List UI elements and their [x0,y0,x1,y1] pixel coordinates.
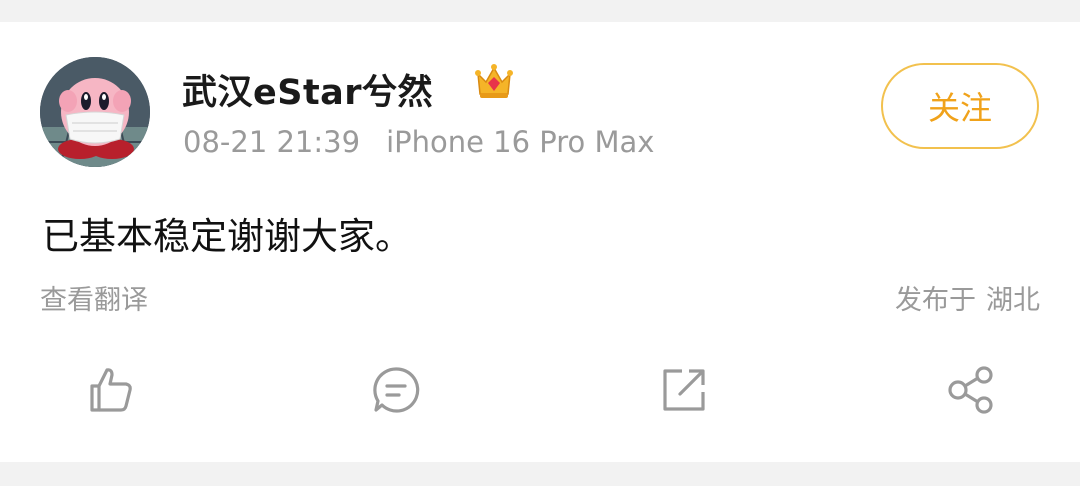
repost-icon [663,369,705,411]
translate-link[interactable]: 查看翻译 [40,278,148,317]
share-button[interactable] [942,362,998,418]
post-text: 已基本稳定谢谢大家。 [42,215,412,258]
share-icon [948,366,993,414]
follow-button[interactable]: 关注 [881,63,1039,149]
like-button[interactable] [82,362,138,418]
location-prefix: 发布于 [895,285,976,316]
post-card: 武汉eStar兮然 08-21 21:39 iPhone 16 Pro Max 关… [0,22,1080,462]
location-info: 发布于 湖北 [895,278,1040,317]
timestamp: 08-21 21:39 [183,125,361,159]
comment-icon [373,367,420,413]
comment-button[interactable] [368,362,424,418]
kirby-avatar-image [40,57,150,167]
repost-button[interactable] [656,362,712,418]
crown-icon [472,60,516,104]
username[interactable]: 武汉eStar兮然 [182,64,433,115]
device-label: iPhone 16 Pro Max [386,125,655,159]
thumbs-up-icon [90,368,132,412]
post-meta: 08-21 21:39 iPhone 16 Pro Max [183,125,654,159]
location-region: 湖北 [986,285,1040,316]
avatar[interactable] [40,57,150,167]
